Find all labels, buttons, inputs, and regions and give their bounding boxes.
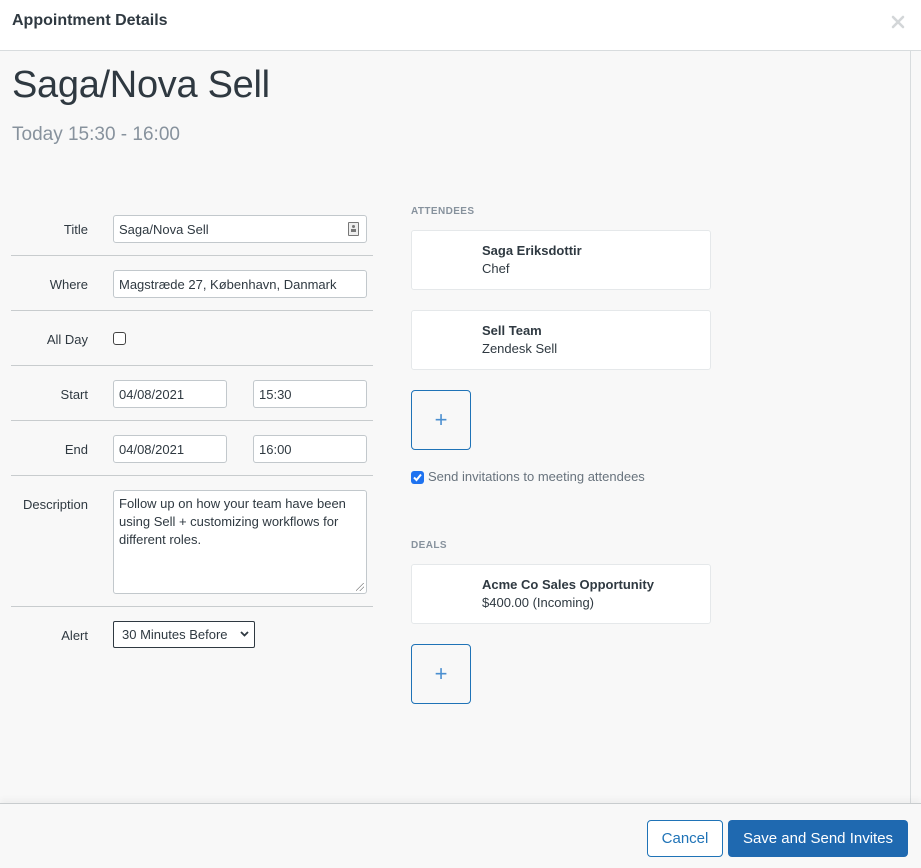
description-textarea[interactable]: Follow up on how your team have been usi… (113, 490, 367, 594)
alert-selected-value: 30 Minutes Before (122, 627, 228, 642)
description-label: Description (22, 497, 88, 512)
start-time-input[interactable]: 15:30 (253, 380, 367, 408)
scrollbar-track[interactable] (911, 51, 921, 803)
title-label: Title (63, 222, 88, 237)
attendee-subtitle: Chef (482, 261, 510, 276)
where-input[interactable]: Magstræde 27, København, Danmark (113, 270, 367, 298)
start-label: Start (60, 387, 88, 402)
end-date-input[interactable]: 04/08/2021 (113, 435, 227, 463)
plus-icon: + (434, 407, 448, 432)
add-deal-button[interactable]: + (411, 644, 471, 704)
close-icon (891, 15, 905, 29)
title-input[interactable]: Saga/Nova Sell (113, 215, 367, 243)
resize-handle-icon[interactable] (356, 583, 364, 591)
save-and-send-invites-button[interactable]: Save and Send Invites (728, 820, 908, 857)
description-row: Description Follow up on how your team h… (11, 476, 373, 607)
send-invitations-checkbox[interactable] (411, 471, 424, 484)
all-day-row: All Day (11, 311, 373, 366)
appointment-title: Saga/Nova Sell (12, 64, 270, 106)
all-day-label: All Day (46, 332, 88, 347)
chevron-down-icon (240, 627, 249, 640)
alert-select[interactable]: 30 Minutes Before (113, 621, 255, 648)
attendee-card[interactable]: Sell Team Zendesk Sell (411, 310, 711, 370)
end-time-input[interactable]: 16:00 (253, 435, 367, 463)
modal-footer: Cancel Save and Send Invites (0, 803, 921, 868)
contact-card-icon[interactable] (348, 222, 359, 236)
appointment-form: Title Saga/Nova Sell Where Magstræde 27,… (11, 201, 373, 662)
add-attendee-button[interactable]: + (411, 390, 471, 450)
start-date-input[interactable]: 04/08/2021 (113, 380, 227, 408)
cancel-button[interactable]: Cancel (647, 820, 723, 857)
all-day-checkbox[interactable] (113, 332, 126, 345)
end-row: End 04/08/2021 16:00 (11, 421, 373, 476)
start-row: Start 04/08/2021 15:30 (11, 366, 373, 421)
attendee-card[interactable]: Saga Eriksdottir Chef (411, 230, 711, 290)
appointment-time: Today 15:30 - 16:00 (12, 124, 180, 145)
where-label: Where (49, 277, 88, 292)
deals-section-label: DEALS (411, 540, 447, 551)
title-row: Title Saga/Nova Sell (11, 201, 373, 256)
plus-icon: + (434, 661, 448, 686)
description-value: Follow up on how your team have been usi… (119, 496, 346, 547)
alert-row: Alert 30 Minutes Before (11, 607, 373, 662)
where-row: Where Magstræde 27, København, Danmark (11, 256, 373, 311)
send-invitations-label[interactable]: Send invitations to meeting attendees (428, 469, 645, 484)
attendee-name: Sell Team (482, 323, 542, 338)
close-button[interactable] (891, 15, 905, 29)
attendees-section-label: ATTENDEES (411, 206, 475, 217)
deal-card[interactable]: Acme Co Sales Opportunity $400.00 (Incom… (411, 564, 711, 624)
checkmark-icon (413, 473, 422, 482)
modal-title: Appointment Details (12, 12, 168, 29)
title-value: Saga/Nova Sell (119, 222, 209, 237)
deal-name: Acme Co Sales Opportunity (482, 577, 654, 592)
modal-header: Appointment Details (0, 0, 921, 51)
attendee-name: Saga Eriksdottir (482, 243, 582, 258)
deal-subtitle: $400.00 (Incoming) (482, 595, 595, 610)
attendee-subtitle: Zendesk Sell (482, 341, 558, 356)
end-label: End (64, 442, 88, 457)
alert-label: Alert (61, 628, 88, 643)
